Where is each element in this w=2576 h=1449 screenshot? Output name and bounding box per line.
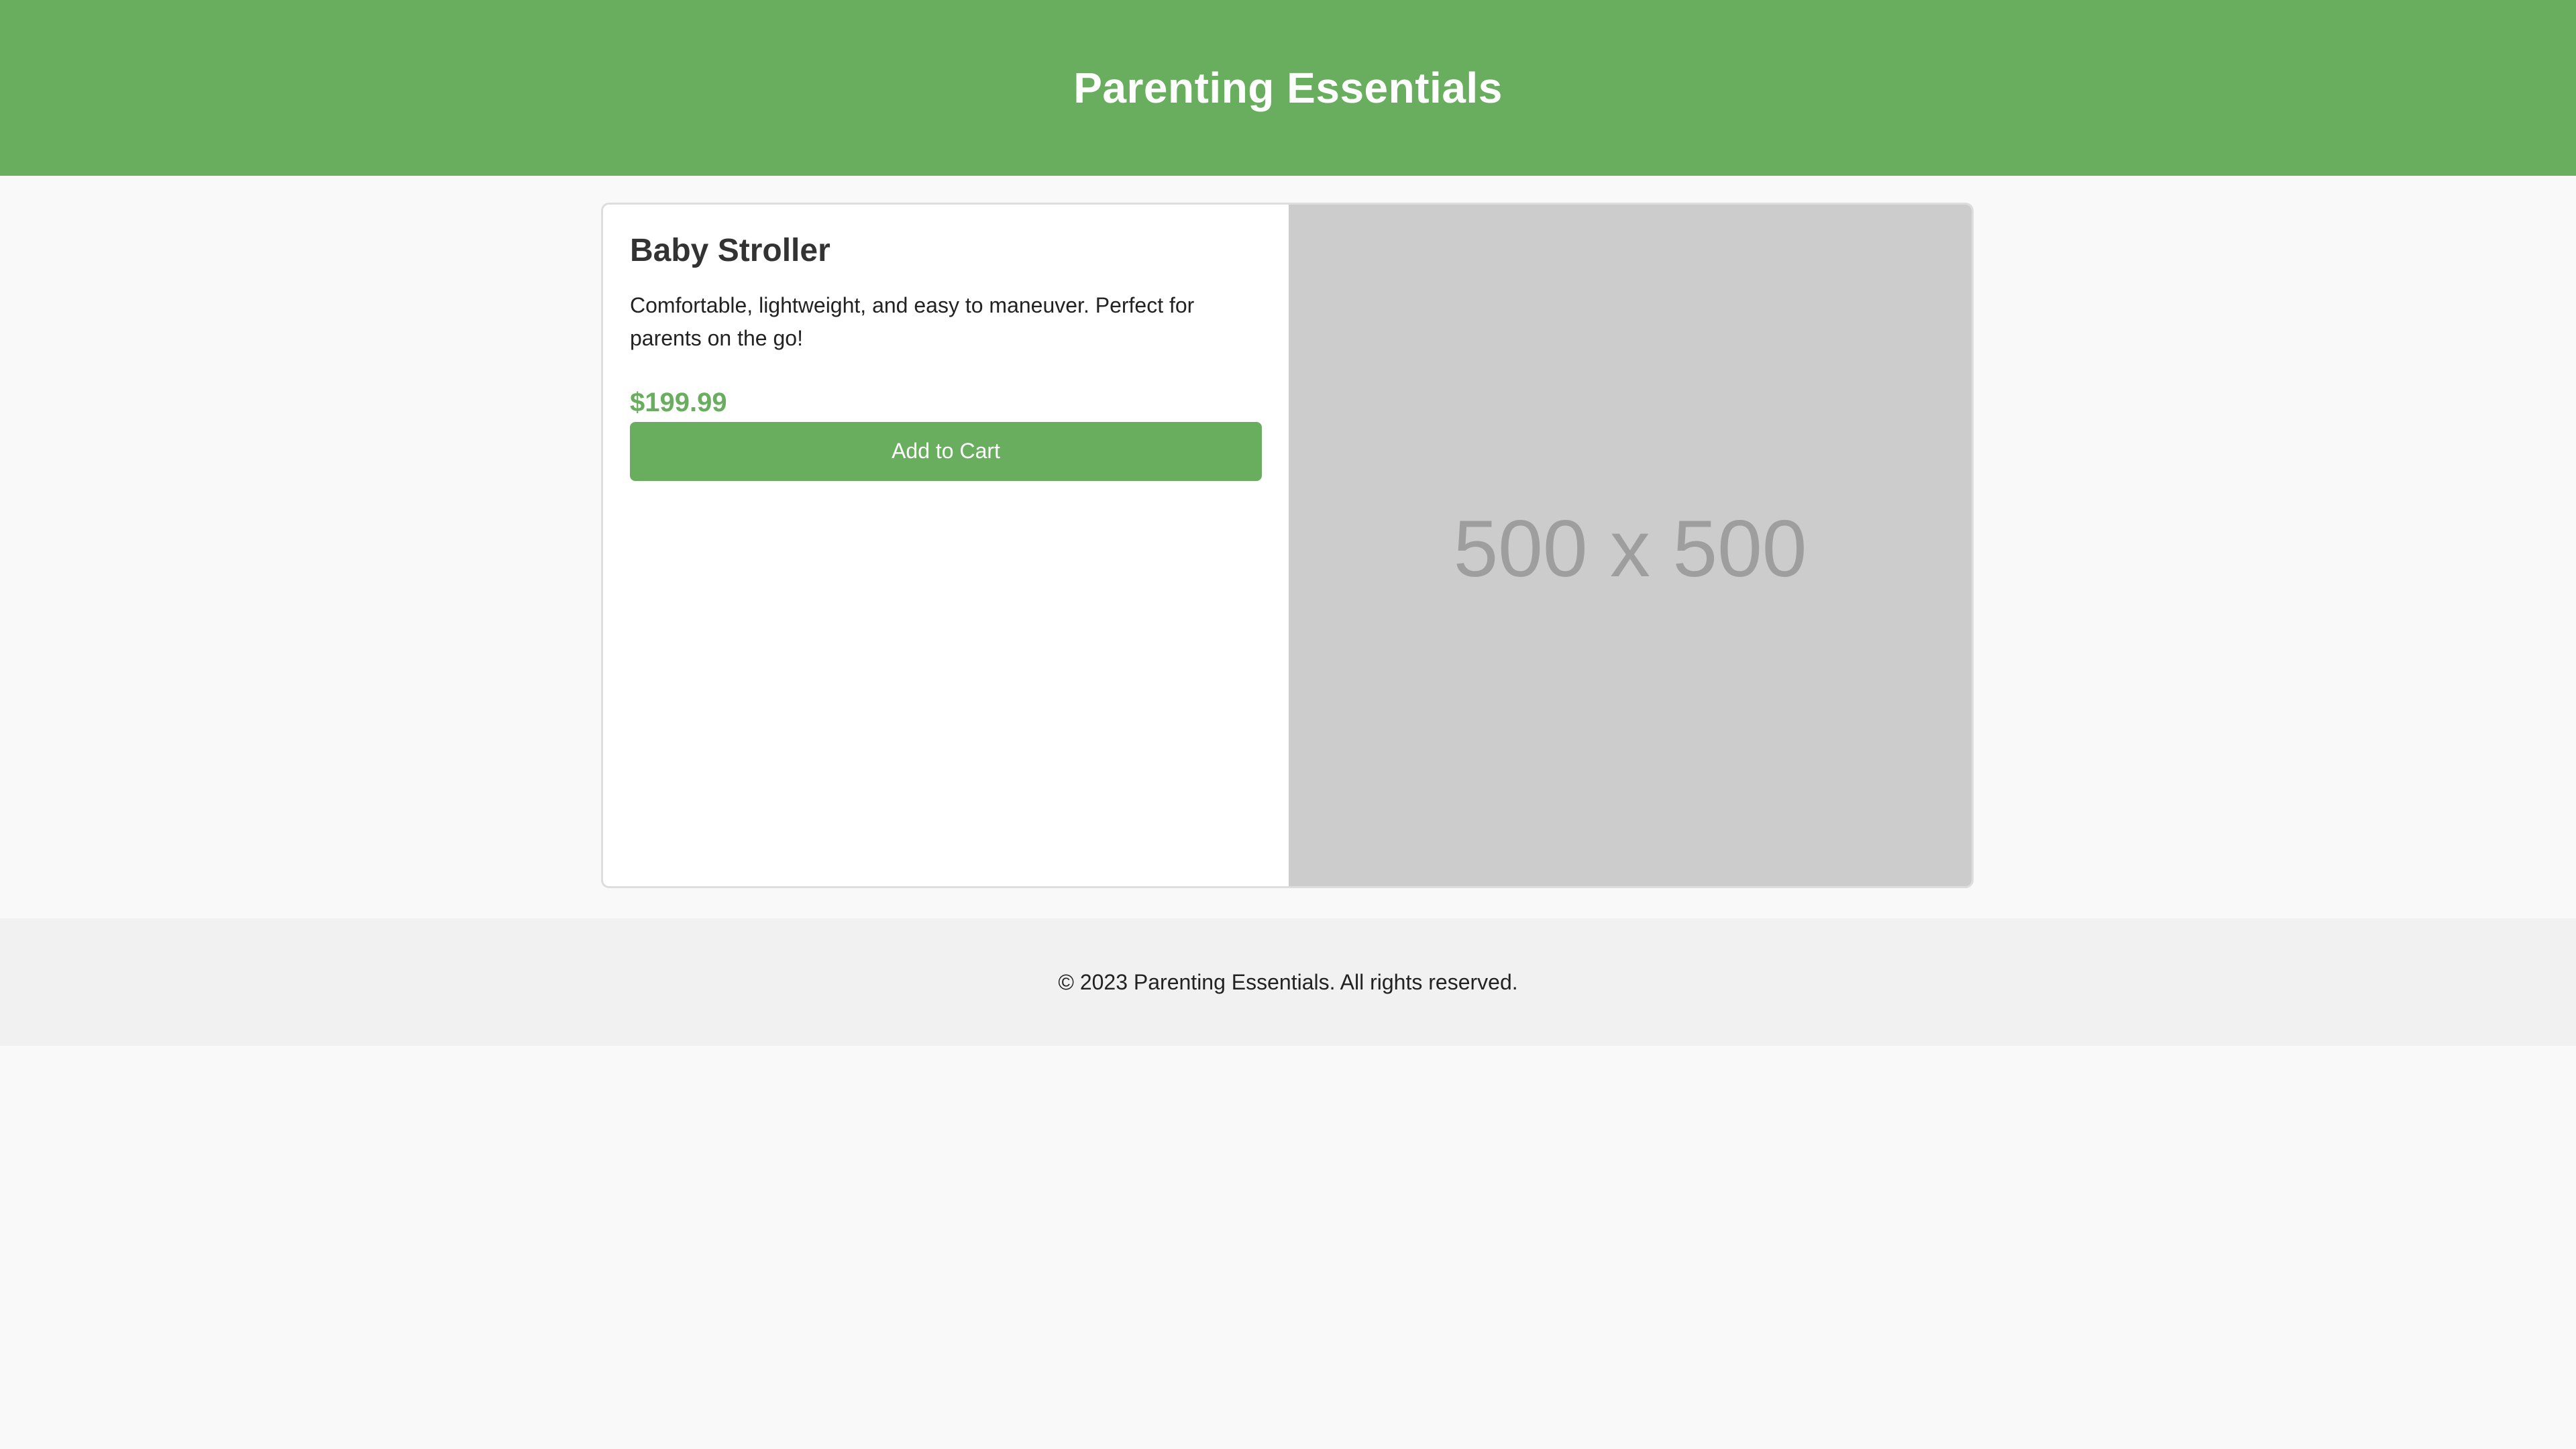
site-footer: © 2023 Parenting Essentials. All rights … (0, 918, 2576, 1046)
site-header: Parenting Essentials (0, 0, 2576, 176)
add-to-cart-button[interactable]: Add to Cart (630, 421, 1262, 481)
placeholder-dimensions-text: 500 x 500 (1453, 504, 1807, 594)
product-description: Comfortable, lightweight, and easy to ma… (630, 292, 1195, 351)
site-title: Parenting Essentials (1073, 64, 1503, 112)
product-card: Baby Stroller Comfortable, lightweight, … (601, 203, 1974, 888)
product-name: Baby Stroller (630, 233, 830, 268)
footer-copyright: © 2023 Parenting Essentials. All rights … (1058, 969, 1518, 994)
product-image-placeholder: 500 x 500 (1289, 205, 1972, 886)
product-price: $199.99 (630, 387, 727, 417)
product-details: Baby Stroller Comfortable, lightweight, … (603, 205, 1289, 886)
main-content: Baby Stroller Comfortable, lightweight, … (0, 176, 2576, 918)
